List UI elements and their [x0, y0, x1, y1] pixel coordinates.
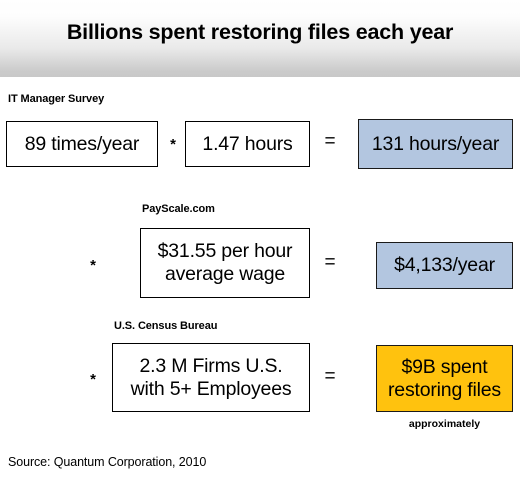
operand-box-number-of-firms-text: 2.3 M Firms U.S. with 5+ Employees — [131, 355, 292, 401]
result-line-2: restoring files — [388, 378, 501, 401]
source-label-payscale: PayScale.com — [142, 203, 215, 215]
operand-box-number-of-firms: 2.3 M Firms U.S. with 5+ Employees — [112, 343, 310, 412]
multiply-operator-row-2: * — [90, 257, 96, 274]
equals-operator-row-2: = — [324, 252, 336, 273]
source-citation: Source: Quantum Corporation, 2010 — [8, 455, 207, 469]
multiply-operator-row-1: * — [170, 136, 176, 153]
equals-operator-row-1: = — [324, 131, 336, 152]
page-title: Billions spent restoring files each year — [66, 20, 454, 44]
operand-box-average-wage-text: $31.55 per hour average wage — [158, 240, 293, 286]
source-label-it-manager-survey: IT Manager Survey — [8, 93, 105, 105]
operand-line-1: $31.55 per hour — [157, 240, 293, 262]
result-box-dollars-per-year: $4,133/year — [376, 242, 513, 289]
multiply-operator-row-3: * — [90, 371, 96, 388]
result-line-1: $9B spent — [401, 355, 488, 378]
approximately-note: approximately — [408, 418, 481, 430]
result-box-total-spent-text: $9B spent restoring files — [388, 356, 501, 402]
operand-line-2: average wage — [164, 263, 286, 285]
result-box-total-spent: $9B spent restoring files — [376, 345, 513, 412]
equals-operator-row-3: = — [324, 366, 336, 387]
operand-box-times-per-year: 89 times/year — [6, 121, 158, 167]
source-label-us-census-bureau: U.S. Census Bureau — [114, 320, 218, 332]
operand-box-average-wage: $31.55 per hour average wage — [140, 228, 310, 298]
operand-line-2: with 5+ Employees — [130, 377, 292, 400]
operand-box-hours: 1.47 hours — [185, 121, 310, 167]
operand-line-1: 2.3 M Firms U.S. — [139, 354, 283, 377]
result-box-hours-per-year: 131 hours/year — [358, 119, 513, 169]
